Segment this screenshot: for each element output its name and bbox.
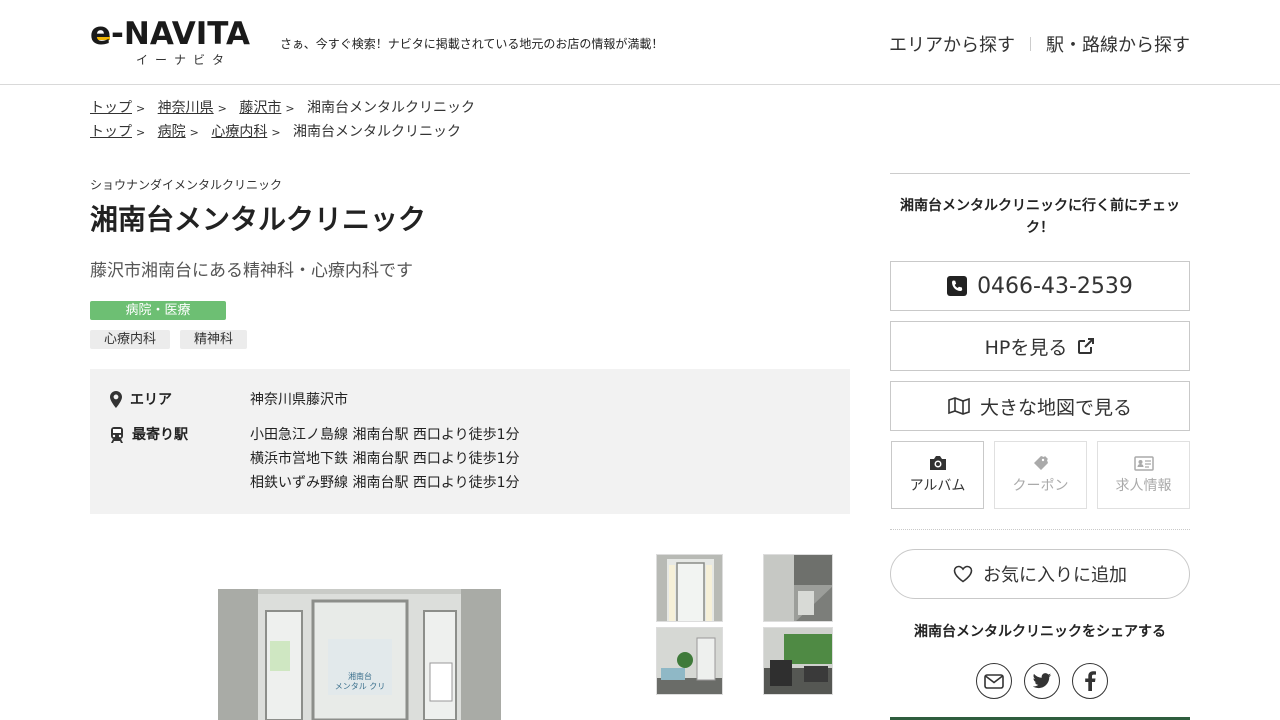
id-card-icon (1133, 455, 1154, 471)
photo-sign-line1: 湘南台 (348, 671, 372, 681)
nav-area-link[interactable]: エリアから探す (889, 31, 1015, 57)
info-label-station: 最寄り駅 (110, 423, 250, 495)
ticket-icon (1033, 456, 1048, 470)
external-link-icon (1078, 338, 1095, 354)
phone-button[interactable]: 0466-43-2539 (890, 261, 1190, 311)
breadcrumb-separator-icon: > (136, 102, 146, 115)
page-title: 湘南台メンタルクリニック (90, 203, 427, 236)
info-label-station-text: 最寄り駅 (132, 427, 188, 443)
breadcrumb-separator-icon: > (217, 102, 227, 115)
info-row-area: エリア 神奈川県藤沢市 (110, 390, 348, 410)
breadcrumb-separator-icon: > (285, 102, 295, 115)
breadcrumb-link-city[interactable]: 藤沢市 (239, 100, 281, 116)
shop-info-box: エリア 神奈川県藤沢市 最寄り駅 小田急江ノ島線 湘南台駅 西口より徒歩1分 横… (90, 369, 850, 514)
thumbnail-waiting-room-image (657, 628, 722, 694)
phone-icon (947, 276, 968, 296)
breadcrumb-area: トップ > 神奈川県 > 藤沢市 > 湘南台メンタルクリニック (90, 97, 475, 117)
breadcrumb-link-top[interactable]: トップ (90, 100, 132, 116)
station-item: 小田急江ノ島線 湘南台駅 西口より徒歩1分 (250, 427, 520, 443)
thumbnail-building-image (764, 555, 832, 621)
album-label: アルバム (909, 478, 966, 494)
thumbnail-3[interactable] (656, 627, 723, 695)
add-favorite-label: お気に入りに追加 (983, 565, 1127, 586)
add-favorite-button[interactable]: お気に入りに追加 (890, 549, 1190, 599)
info-value-area: 神奈川県藤沢市 (250, 392, 348, 408)
shop-name-kana: ショウナンダイメンタルクリニック (90, 178, 283, 192)
large-map-button[interactable]: 大きな地図で見る (890, 381, 1190, 431)
coupon-button[interactable]: クーポン (994, 441, 1087, 509)
header-nav: エリアから探す 駅・路線から探す (889, 31, 1190, 57)
nav-station-link[interactable]: 駅・路線から探す (1046, 31, 1190, 57)
logo-subtext: イーナビタ (136, 53, 232, 67)
phone-number: 0466-43-2539 (977, 273, 1133, 299)
share-twitter-button[interactable] (1024, 663, 1060, 699)
station-list: 小田急江ノ島線 湘南台駅 西口より徒歩1分 横浜市営地下鉄 湘南台駅 西口より徒… (250, 423, 520, 495)
site-header: e-NAVITA イーナビタ さぁ、今すぐ検索！ナビタに掲載されている地元のお店… (0, 0, 1280, 85)
main-photo[interactable]: 湘南台 メンタル クリ (218, 589, 501, 720)
share-title: 湘南台メンタルクリニックをシェアする (914, 624, 1166, 640)
thumbnail-reception-image (764, 628, 832, 694)
large-map-label: 大きな地図で見る (979, 396, 1132, 419)
thumbnail-entrance-image (657, 555, 722, 621)
station-item: 相鉄いずみ野線 湘南台駅 西口より徒歩1分 (250, 475, 520, 491)
info-label-area: エリア (110, 390, 250, 410)
site-tagline: さぁ、今すぐ検索！ナビタに掲載されている地元のお店の情報が満載！ (280, 37, 664, 51)
logo-text: e-NAVITA (90, 16, 250, 52)
tag-psychiatry[interactable]: 精神科 (180, 330, 248, 349)
breadcrumb-current: 湘南台メンタルクリニック (293, 124, 462, 140)
jobs-label: 求人情報 (1115, 477, 1172, 494)
share-facebook-button[interactable] (1072, 663, 1108, 699)
tag-psychosomatic[interactable]: 心療内科 (90, 330, 171, 349)
breadcrumb-link-prefecture[interactable]: 神奈川県 (158, 100, 214, 116)
station-item: 横浜市営地下鉄 湘南台駅 西口より徒歩1分 (250, 451, 520, 467)
jobs-button[interactable]: 求人情報 (1097, 441, 1190, 509)
twitter-icon (1032, 672, 1052, 688)
shop-description: 藤沢市湘南台にある精神科・心療内科です (90, 261, 413, 281)
info-label-area-text: エリア (130, 392, 172, 408)
camera-icon (929, 456, 946, 470)
nav-divider (1030, 37, 1031, 51)
breadcrumb-separator-icon: > (136, 126, 146, 139)
mini-button-group: アルバム クーポン 求人情報 (890, 441, 1190, 509)
train-icon (111, 427, 123, 443)
thumbnail-1[interactable] (656, 554, 723, 622)
sidebar-divider (890, 173, 1190, 174)
breadcrumb-current: 湘南台メンタルクリニック (307, 100, 476, 116)
thumbnail-2[interactable] (763, 554, 833, 622)
thumbnail-4[interactable] (763, 627, 833, 695)
breadcrumb-link-psychosomatic[interactable]: 心療内科 (211, 124, 267, 140)
share-icon-group (976, 663, 1108, 699)
mail-icon (984, 673, 1004, 689)
sidebar-dotted-divider (890, 529, 1190, 530)
coupon-label: クーポン (1012, 478, 1069, 494)
tag-list: 心療内科 精神科 (90, 330, 248, 349)
sidebar-check-text: 湘南台メンタルクリニックに行く前にチェック！ (900, 198, 1180, 236)
photo-sign-line2: メンタル クリ (335, 682, 386, 691)
map-icon (948, 397, 970, 415)
share-email-button[interactable] (976, 663, 1012, 699)
breadcrumb-separator-icon: > (271, 126, 281, 139)
heart-icon (953, 565, 973, 583)
homepage-label: HPを見る (984, 336, 1068, 359)
clinic-entrance-photo: 湘南台 メンタル クリ (218, 589, 501, 720)
breadcrumb-separator-icon: > (189, 126, 199, 139)
breadcrumb-link-hospital[interactable]: 病院 (158, 124, 186, 140)
album-button[interactable]: アルバム (891, 441, 984, 509)
homepage-button[interactable]: HPを見る (890, 321, 1190, 371)
site-logo[interactable]: e-NAVITA イーナビタ (90, 17, 266, 67)
category-badge[interactable]: 病院・医療 (90, 301, 226, 320)
info-row-station: 最寄り駅 小田急江ノ島線 湘南台駅 西口より徒歩1分 横浜市営地下鉄 湘南台駅 … (110, 423, 520, 495)
facebook-icon (1085, 671, 1096, 691)
breadcrumb-link-top[interactable]: トップ (90, 124, 132, 140)
breadcrumb-category: トップ > 病院 > 心療内科 > 湘南台メンタルクリニック (90, 121, 461, 141)
map-pin-icon (110, 391, 122, 408)
